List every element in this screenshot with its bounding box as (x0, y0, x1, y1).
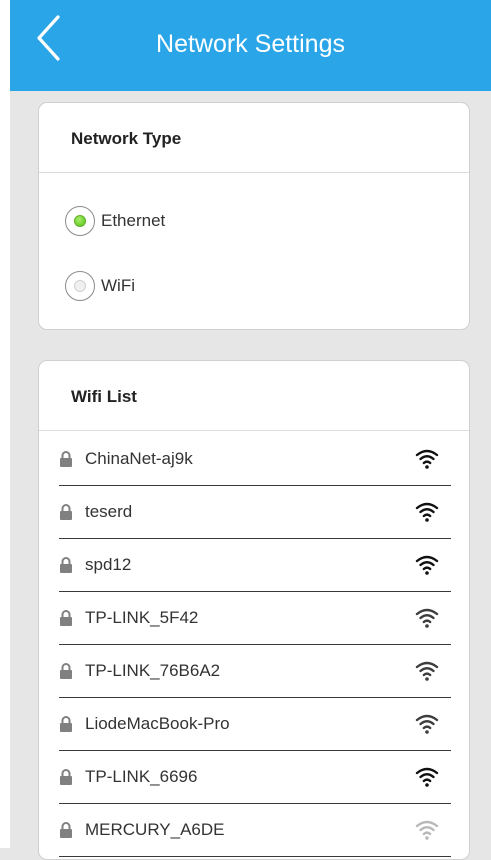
wifi-list-card: Wifi List ChinaNet-aj9k teserd spd12 TP-LIN… (38, 360, 470, 860)
wifi-signal-icon (415, 819, 439, 841)
wifi-ssid: TP-LINK_76B6A2 (85, 661, 221, 680)
wifi-network-row[interactable]: TP-LINK_76B6A2 (59, 645, 451, 698)
radio-button[interactable] (65, 271, 95, 301)
wifi-network-row[interactable]: MERCURY_A6DE (59, 804, 451, 857)
wifi-ssid: LiodeMacBook-Pro (85, 714, 230, 733)
wifi-ssid: spd12 (85, 555, 132, 574)
network-type-card: Network Type Ethernet WiFi (38, 102, 470, 330)
wifi-network-row[interactable]: teserd (59, 486, 451, 539)
app-header: Network Settings (10, 0, 491, 91)
radio-unselected-dot (74, 280, 86, 292)
wifi-ssid: MERCURY_A6DE (85, 820, 225, 839)
wifi-signal-icon (415, 713, 439, 735)
wifi-network-row[interactable]: LiodeMacBook-Pro (59, 698, 451, 751)
radio-selected-dot (74, 215, 86, 227)
wifi-list-title: Wifi List (39, 361, 469, 431)
wifi-network-row[interactable]: TP-LINK_6696 (59, 751, 451, 804)
wifi-signal-icon (415, 607, 439, 629)
wifi-network-row[interactable]: ChinaNet-aj9k (59, 433, 451, 486)
radio-label-ethernet: Ethernet (101, 211, 166, 230)
wifi-list: ChinaNet-aj9k teserd spd12 TP-LINK_5F42 TP-L… (59, 433, 451, 857)
network-type-title: Network Type (39, 103, 469, 173)
screen-edge (0, 0, 10, 848)
wifi-signal-icon (415, 660, 439, 682)
wifi-network-row[interactable]: spd12 (59, 539, 451, 592)
wifi-ssid: teserd (85, 502, 133, 521)
wifi-signal-icon (415, 554, 439, 576)
lock-icon (59, 662, 73, 680)
wifi-ssid: ChinaNet-aj9k (85, 449, 193, 468)
lock-icon (59, 609, 73, 627)
wifi-ssid: TP-LINK_5F42 (85, 608, 199, 627)
wifi-signal-icon (415, 501, 439, 523)
radio-button[interactable] (65, 206, 95, 236)
lock-icon (59, 450, 73, 468)
lock-icon (59, 715, 73, 733)
page-title: Network Settings (156, 30, 345, 58)
radio-option-wifi[interactable]: WiFi (65, 266, 135, 306)
wifi-signal-icon (415, 766, 439, 788)
lock-icon (59, 821, 73, 839)
lock-icon (59, 556, 73, 574)
wifi-signal-icon (415, 448, 439, 470)
radio-label-wifi: WiFi (101, 276, 135, 295)
radio-option-ethernet[interactable]: Ethernet (65, 201, 165, 241)
lock-icon (59, 768, 73, 786)
wifi-network-row[interactable]: TP-LINK_5F42 (59, 592, 451, 645)
lock-icon (59, 503, 73, 521)
wifi-ssid: TP-LINK_6696 (85, 767, 198, 786)
